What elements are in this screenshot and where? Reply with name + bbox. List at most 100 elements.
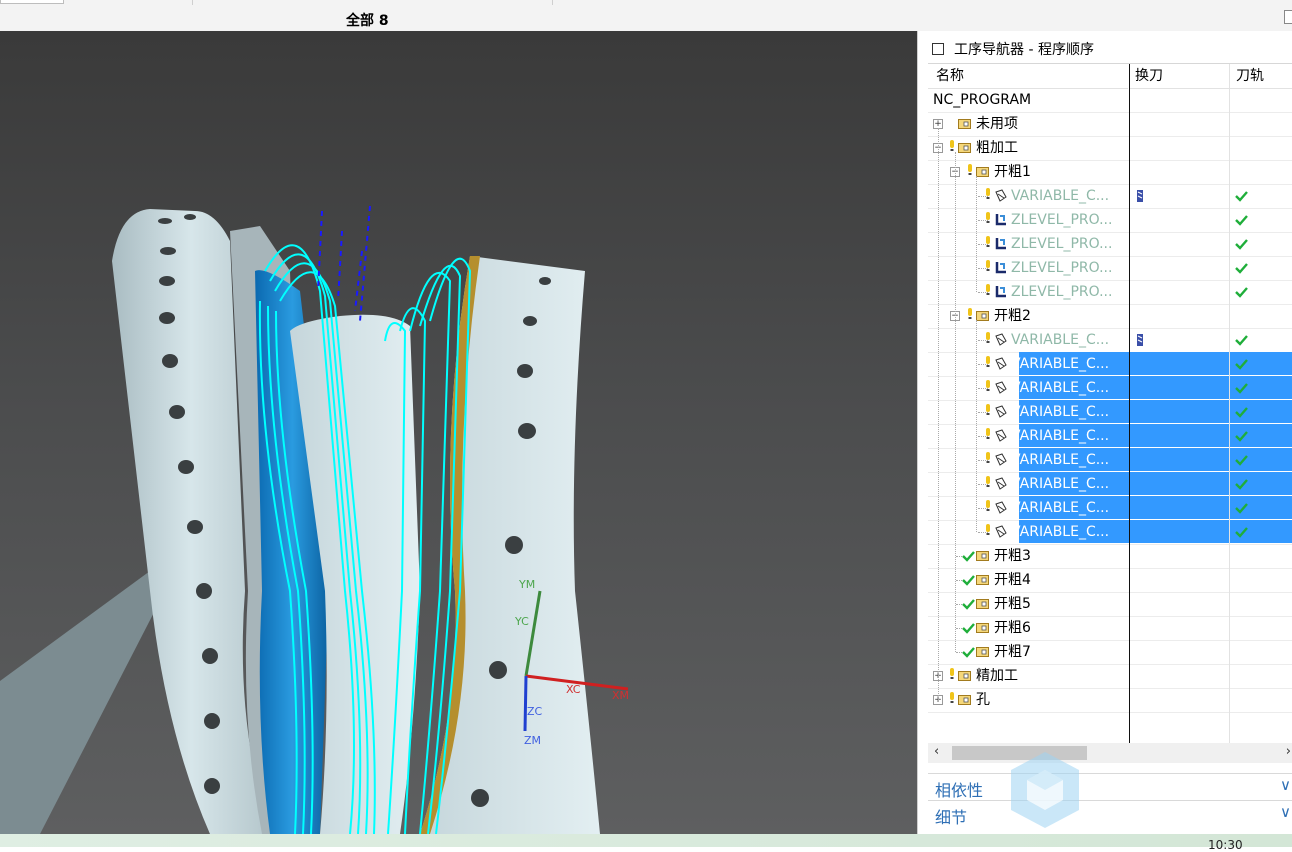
tree-row[interactable]: 开粗5	[928, 592, 1292, 617]
axis-label-yc: YC	[514, 615, 529, 628]
toolbar-separator	[192, 0, 193, 5]
variable-contour-op-icon	[995, 453, 1007, 466]
column-header-name[interactable]: 名称	[928, 64, 1128, 89]
panel-details[interactable]: 细节 ∨	[928, 800, 1292, 827]
warning-bulb-icon	[950, 140, 954, 151]
toolbar-separator	[552, 0, 553, 5]
tree-row[interactable]: VARIABLE_C...	[928, 352, 1292, 377]
warning-bulb-icon	[950, 668, 954, 679]
scroll-right-icon[interactable]: ›	[1286, 744, 1291, 759]
tree-row[interactable]: 开粗6	[928, 616, 1292, 641]
complete-check-icon	[962, 551, 975, 562]
tree-row[interactable]: ZLEVEL_PRO...	[928, 256, 1292, 281]
column-header-tool-change[interactable]: 换刀	[1129, 64, 1229, 89]
zlevel-profile-op-icon	[995, 238, 1006, 250]
panel-dependencies[interactable]: 相依性 ∨	[928, 773, 1292, 800]
horizontal-scrollbar[interactable]: ‹ ›	[928, 743, 1292, 763]
tree-row[interactable]: ZLEVEL_PRO...	[928, 232, 1292, 257]
column-divider[interactable]	[1129, 64, 1130, 744]
variable-contour-op-icon	[995, 381, 1007, 394]
axis-label-ym: YM	[518, 578, 535, 591]
tree-row-label: VARIABLE_C...	[1011, 428, 1110, 444]
warning-bulb-icon	[986, 380, 990, 391]
tree-row[interactable]: VARIABLE_C...	[928, 184, 1292, 209]
tree-row-label: 开粗2	[994, 308, 1031, 324]
tree-row[interactable]: VARIABLE_C...	[928, 400, 1292, 425]
variable-contour-op-icon	[995, 525, 1007, 538]
warning-bulb-icon	[986, 284, 990, 295]
restore-window-icon[interactable]	[1284, 10, 1292, 24]
warning-bulb-icon	[986, 404, 990, 415]
tree-row-label: VARIABLE_C...	[1011, 524, 1110, 540]
column-divider[interactable]	[1229, 64, 1230, 744]
tree-row[interactable]: VARIABLE_C...	[928, 520, 1292, 545]
warning-bulb-icon	[986, 236, 990, 247]
tree-row-label: VARIABLE_C...	[1011, 332, 1110, 348]
variable-contour-op-icon	[995, 477, 1007, 490]
operation-navigator: 工序导航器 - 程序顺序 名称 换刀 刀轨 NC_PROGRAM + 未用项 − 粗加工…	[917, 31, 1292, 834]
tree-row[interactable]: 开粗4	[928, 568, 1292, 593]
program-folder-icon	[958, 671, 971, 681]
warning-bulb-icon	[986, 332, 990, 343]
tree-row[interactable]: VARIABLE_C...	[928, 448, 1292, 473]
column-header-toolpath[interactable]: 刀轨	[1230, 64, 1292, 89]
tree-row[interactable]: − 开粗1	[928, 160, 1292, 185]
operation-tree[interactable]: 名称 换刀 刀轨 NC_PROGRAM + 未用项 − 粗加工 − 开粗1 VARIABLE_…	[928, 63, 1292, 744]
tree-row-label: 未用项	[976, 116, 1018, 132]
warning-bulb-icon	[986, 356, 990, 367]
tree-row-label: VARIABLE_C...	[1011, 404, 1110, 420]
filter-label: 全部 8	[346, 13, 389, 29]
tree-row-label: VARIABLE_C...	[1011, 188, 1110, 204]
program-folder-icon	[958, 695, 971, 705]
program-folder-icon	[976, 647, 989, 657]
warning-bulb-icon	[986, 452, 990, 463]
tree-row-label: 开粗6	[994, 620, 1031, 636]
chevron-down-icon[interactable]: ∨	[1280, 803, 1291, 821]
tree-row[interactable]: + 未用项	[928, 112, 1292, 137]
tree-row[interactable]: ZLEVEL_PRO...	[928, 208, 1292, 233]
tree-row-label: ZLEVEL_PRO...	[1011, 260, 1113, 276]
base-shadow-surface	[0, 571, 165, 834]
tree-row[interactable]: VARIABLE_C...	[928, 472, 1292, 497]
graphics-viewport[interactable]: YM YC XC XM ZC ZM	[0, 31, 917, 834]
toolpath-ok-check-icon	[1235, 527, 1248, 538]
complete-check-icon	[962, 599, 975, 610]
tree-row[interactable]: + 精加工	[928, 664, 1292, 689]
tree-row-label: VARIABLE_C...	[1011, 356, 1110, 372]
program-folder-icon	[976, 599, 989, 609]
pin-checkbox-icon[interactable]	[932, 43, 944, 55]
warning-bulb-icon	[986, 524, 990, 535]
tree-row[interactable]: 开粗3	[928, 544, 1292, 569]
toolpath-ok-check-icon	[1235, 191, 1248, 202]
variable-contour-op-icon	[995, 357, 1007, 370]
tree-row-label: 开粗3	[994, 548, 1031, 564]
tree-row-label: 粗加工	[976, 140, 1018, 156]
scroll-left-icon[interactable]: ‹	[934, 744, 939, 759]
warning-bulb-icon	[986, 212, 990, 223]
tree-row-label: 孔	[976, 692, 990, 708]
warning-bulb-icon	[986, 500, 990, 511]
program-folder-icon	[958, 143, 971, 153]
toolpath-ok-check-icon	[1235, 239, 1248, 250]
tree-row[interactable]: + 孔	[928, 688, 1292, 713]
tree-row-label: VARIABLE_C...	[1011, 500, 1110, 516]
tree-row[interactable]: VARIABLE_C...	[928, 376, 1292, 401]
tree-row-label: ZLEVEL_PRO...	[1011, 284, 1113, 300]
navigator-title-text: 工序导航器 - 程序顺序	[954, 42, 1094, 58]
tree-row[interactable]: ZLEVEL_PRO...	[928, 280, 1292, 305]
tree-row[interactable]: − 开粗2	[928, 304, 1292, 329]
tree-row[interactable]: 开粗7	[928, 640, 1292, 665]
chevron-down-icon[interactable]: ∨	[1280, 776, 1291, 794]
tree-row[interactable]: VARIABLE_C...	[928, 328, 1292, 353]
axis-label-zc: ZC	[527, 705, 543, 718]
tree-row[interactable]: NC_PROGRAM	[928, 88, 1292, 113]
tree-row[interactable]: VARIABLE_C...	[928, 424, 1292, 449]
tree-row[interactable]: − 粗加工	[928, 136, 1292, 161]
toolbar-tab[interactable]	[0, 0, 64, 4]
toolpath-ok-check-icon	[1235, 215, 1248, 226]
tree-row-label: ZLEVEL_PRO...	[1011, 212, 1113, 228]
tree-row[interactable]: VARIABLE_C...	[928, 496, 1292, 521]
tree-row-label: NC_PROGRAM	[933, 92, 1032, 108]
column-header-name-text: 名称	[936, 68, 964, 84]
toolpath-ok-check-icon	[1235, 335, 1248, 346]
